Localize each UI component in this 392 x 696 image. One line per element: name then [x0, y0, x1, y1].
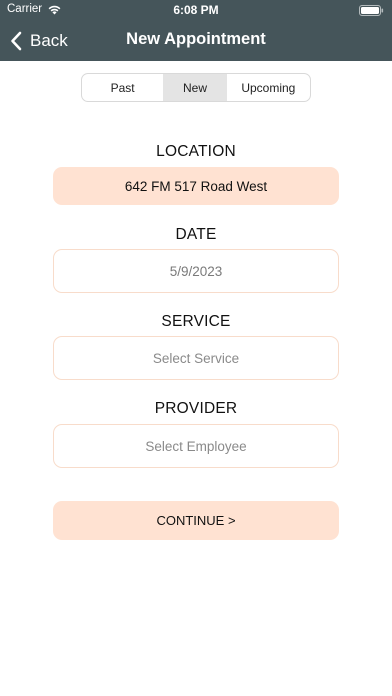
date-value: 5/9/2023 — [169, 263, 223, 279]
service-select[interactable]: Select Service — [53, 336, 339, 380]
date-field[interactable]: 5/9/2023 — [53, 249, 339, 293]
segment-new[interactable]: New — [163, 74, 227, 101]
segment-past[interactable]: Past — [82, 74, 163, 101]
service-label: SERVICE — [161, 313, 231, 330]
service-placeholder: Select Service — [152, 350, 240, 366]
segment-upcoming[interactable]: Upcoming — [227, 74, 310, 101]
provider-placeholder: Select Employee — [145, 438, 247, 454]
new-appointment-screen: Carrier 6:08 PM Back New Appointment Pas… — [0, 0, 392, 696]
battery-icon — [359, 5, 384, 16]
appointment-segmented-control: Past New Upcoming — [81, 73, 311, 102]
date-label: DATE — [175, 226, 217, 243]
header: Carrier 6:08 PM Back New Appointment — [0, 0, 392, 61]
page-title: New Appointment — [126, 30, 266, 48]
provider-label: PROVIDER — [154, 400, 238, 417]
status-time: 6:08 PM — [173, 3, 219, 17]
navigation-bar: Back New Appointment — [0, 20, 392, 61]
status-bar: Carrier 6:08 PM — [0, 0, 392, 20]
location-field[interactable]: 642 FM 517 Road West — [53, 167, 339, 205]
location-label: LOCATION — [156, 143, 236, 160]
provider-select[interactable]: Select Employee — [53, 424, 339, 468]
continue-button[interactable]: CONTINUE > — [53, 501, 339, 540]
